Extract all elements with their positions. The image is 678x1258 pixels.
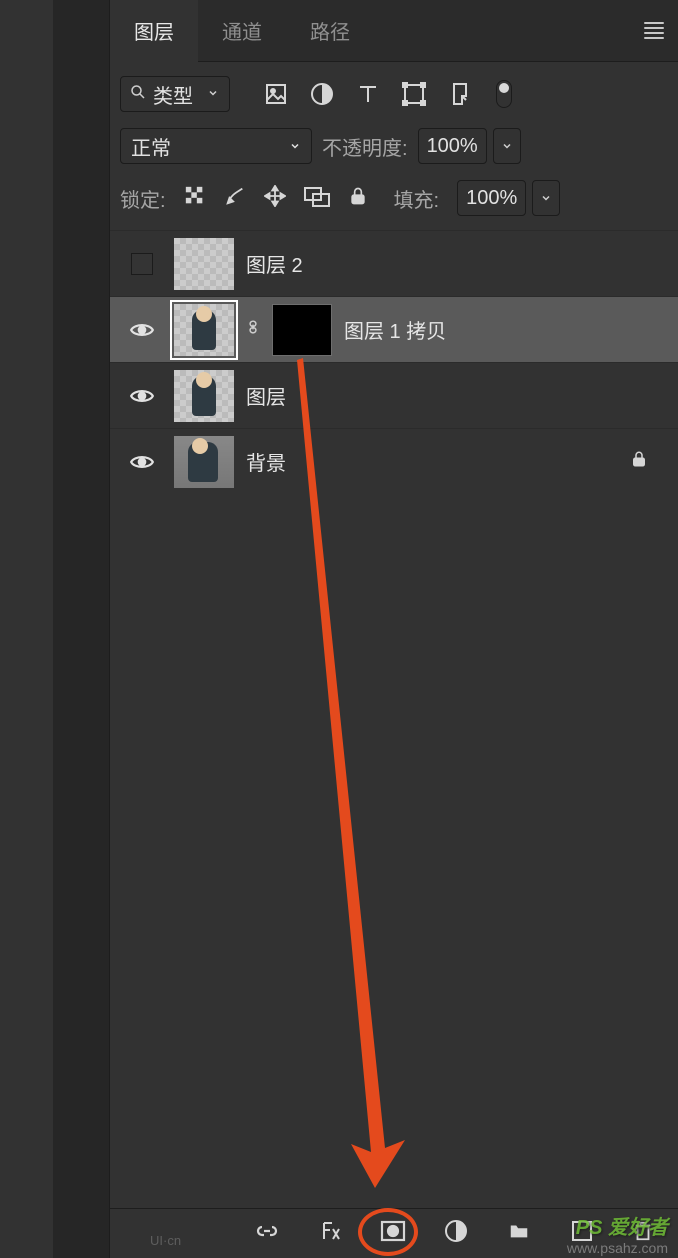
search-icon [129,83,147,106]
layers-panel: 图层 通道 路径 类型 [110,0,678,1258]
layer-name[interactable]: 背景 [246,447,286,476]
filter-toggle[interactable] [496,80,512,108]
filter-pixel-icon[interactable] [264,82,288,106]
visibility-toggle[interactable] [122,442,162,482]
layer-name[interactable]: 图层 1 拷贝 [344,315,446,344]
layer-thumbnail[interactable] [174,370,234,422]
lock-transparent-icon[interactable] [184,185,206,212]
lock-all-icon[interactable] [348,185,368,212]
link-icon[interactable] [246,317,260,342]
blend-mode-select[interactable]: 正常 [120,128,312,164]
layer-name[interactable]: 图层 2 [246,249,303,278]
layer-thumbnail[interactable] [174,238,234,290]
panel-menu-button[interactable] [644,22,664,39]
layer-thumbnail[interactable] [174,304,234,356]
lock-pixels-icon[interactable] [224,185,246,212]
lock-artboard-icon[interactable] [304,185,330,212]
filter-smart-icon[interactable] [448,82,472,106]
eye-icon [129,449,155,475]
lock-label: 锁定: [120,184,166,213]
filter-type-icons [264,82,472,106]
filter-kind-select[interactable]: 类型 [120,76,230,112]
new-layer-button[interactable] [570,1219,594,1248]
filter-adjustment-icon[interactable] [310,82,334,106]
app-left-strip [0,0,53,1258]
chevron-down-icon [207,87,219,102]
panel-tab-bar: 图层 通道 路径 [110,0,678,62]
eye-icon [129,383,155,409]
visibility-toggle[interactable] [122,244,162,284]
blend-row: 正常 不透明度: 100% [110,122,678,174]
lock-icon [630,449,648,474]
layers-list: 图层 2 图层 1 拷贝 图层 背景 [110,230,678,1258]
opacity-flyout-button[interactable] [493,128,521,164]
layer-row[interactable]: 图层 2 [110,230,678,296]
fx-button[interactable] [318,1219,342,1248]
fill-flyout-button[interactable] [532,180,560,216]
layer-name[interactable]: 图层 [246,381,286,410]
canvas-gutter [53,0,110,1258]
fill-value[interactable]: 100% [457,180,526,216]
delete-layer-button[interactable] [632,1219,654,1248]
layer-row[interactable]: 背景 [110,428,678,494]
lock-row: 锁定: 填充: 100% [110,174,678,230]
lock-position-icon[interactable] [264,185,286,212]
chevron-down-icon [289,135,301,158]
filter-shape-icon[interactable] [402,82,426,106]
new-group-button[interactable] [506,1220,532,1247]
layer-row[interactable]: 图层 1 拷贝 [110,296,678,362]
layer-mask-thumbnail[interactable] [272,304,332,356]
layer-thumbnail[interactable] [174,436,234,488]
new-adjustment-button[interactable] [444,1219,468,1248]
blend-mode-label: 正常 [131,132,171,161]
tab-layers[interactable]: 图层 [110,0,198,62]
tab-channels[interactable]: 通道 [198,0,286,62]
visibility-toggle[interactable] [122,376,162,416]
panel-bottom-bar [110,1208,678,1258]
add-mask-button[interactable] [380,1219,406,1248]
visibility-toggle[interactable] [122,310,162,350]
fill-label: 填充: [394,184,440,213]
opacity-label: 不透明度: [322,132,408,161]
tab-paths[interactable]: 路径 [286,0,374,62]
eye-icon [129,317,155,343]
visibility-off-icon [131,253,153,275]
opacity-value[interactable]: 100% [418,128,487,164]
filter-type-text-icon[interactable] [356,82,380,106]
link-layers-button[interactable] [254,1219,280,1248]
layer-filter-row: 类型 [110,62,678,122]
filter-kind-label: 类型 [153,80,193,109]
layer-row[interactable]: 图层 [110,362,678,428]
